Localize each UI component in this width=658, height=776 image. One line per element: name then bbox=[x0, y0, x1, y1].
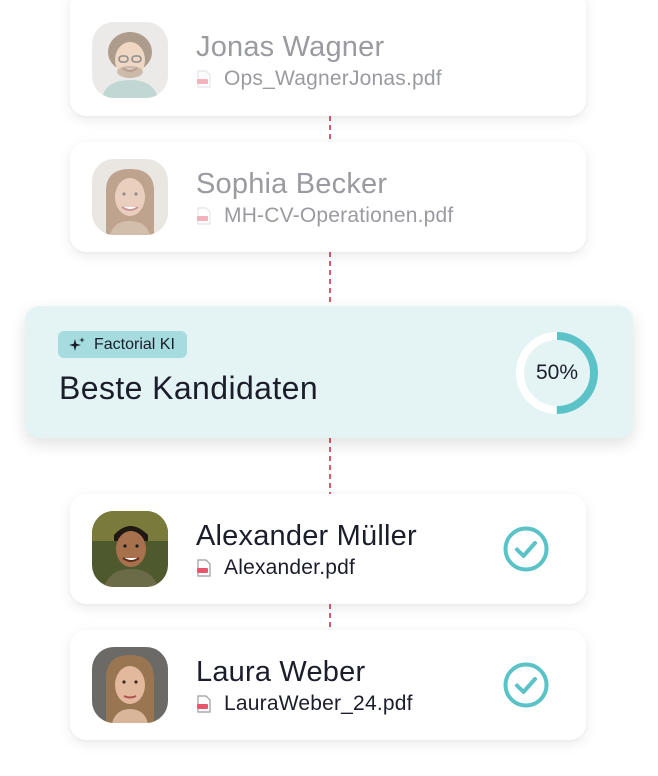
avatar bbox=[92, 647, 168, 723]
pdf-file-icon bbox=[197, 559, 211, 577]
candidate-card[interactable]: Sophia Becker MH-CV-Operationen.pdf bbox=[70, 142, 586, 252]
ai-badge-label: Factorial KI bbox=[94, 335, 175, 353]
candidate-name: Jonas Wagner bbox=[196, 31, 385, 63]
pdf-file-icon bbox=[197, 207, 211, 225]
sparkle-icon bbox=[69, 336, 85, 351]
candidate-file[interactable]: MH-CV-Operationen.pdf bbox=[224, 204, 453, 228]
ai-ranking-panel: Factorial KI Beste Kandidaten 50% bbox=[25, 306, 633, 438]
check-circle-icon bbox=[503, 526, 549, 572]
pdf-file-icon bbox=[197, 695, 211, 713]
candidate-card[interactable]: Laura Weber LauraWeber_24.pdf bbox=[70, 630, 586, 740]
candidate-name: Laura Weber bbox=[196, 656, 366, 688]
timeline-connector bbox=[329, 116, 331, 142]
pdf-file-icon bbox=[197, 70, 211, 88]
check-circle-icon bbox=[503, 662, 549, 708]
timeline-connector bbox=[329, 604, 331, 630]
candidate-name: Sophia Becker bbox=[196, 168, 388, 200]
candidate-file[interactable]: LauraWeber_24.pdf bbox=[224, 692, 413, 716]
progress-label: 50% bbox=[535, 361, 579, 384]
candidate-file[interactable]: Alexander.pdf bbox=[224, 556, 355, 580]
candidate-file[interactable]: Ops_WagnerJonas.pdf bbox=[224, 67, 442, 91]
avatar bbox=[92, 22, 168, 98]
timeline-connector bbox=[329, 438, 331, 494]
candidate-name: Alexander Müller bbox=[196, 520, 417, 552]
avatar bbox=[92, 511, 168, 587]
ai-badge: Factorial KI bbox=[58, 331, 187, 358]
timeline-connector bbox=[329, 252, 331, 306]
avatar bbox=[92, 159, 168, 235]
ai-panel-title: Beste Kandidaten bbox=[59, 370, 319, 406]
candidate-card[interactable]: Alexander Müller Alexander.pdf bbox=[70, 494, 586, 604]
candidate-card[interactable]: Jonas Wagner Ops_WagnerJonas.pdf bbox=[70, 0, 586, 116]
